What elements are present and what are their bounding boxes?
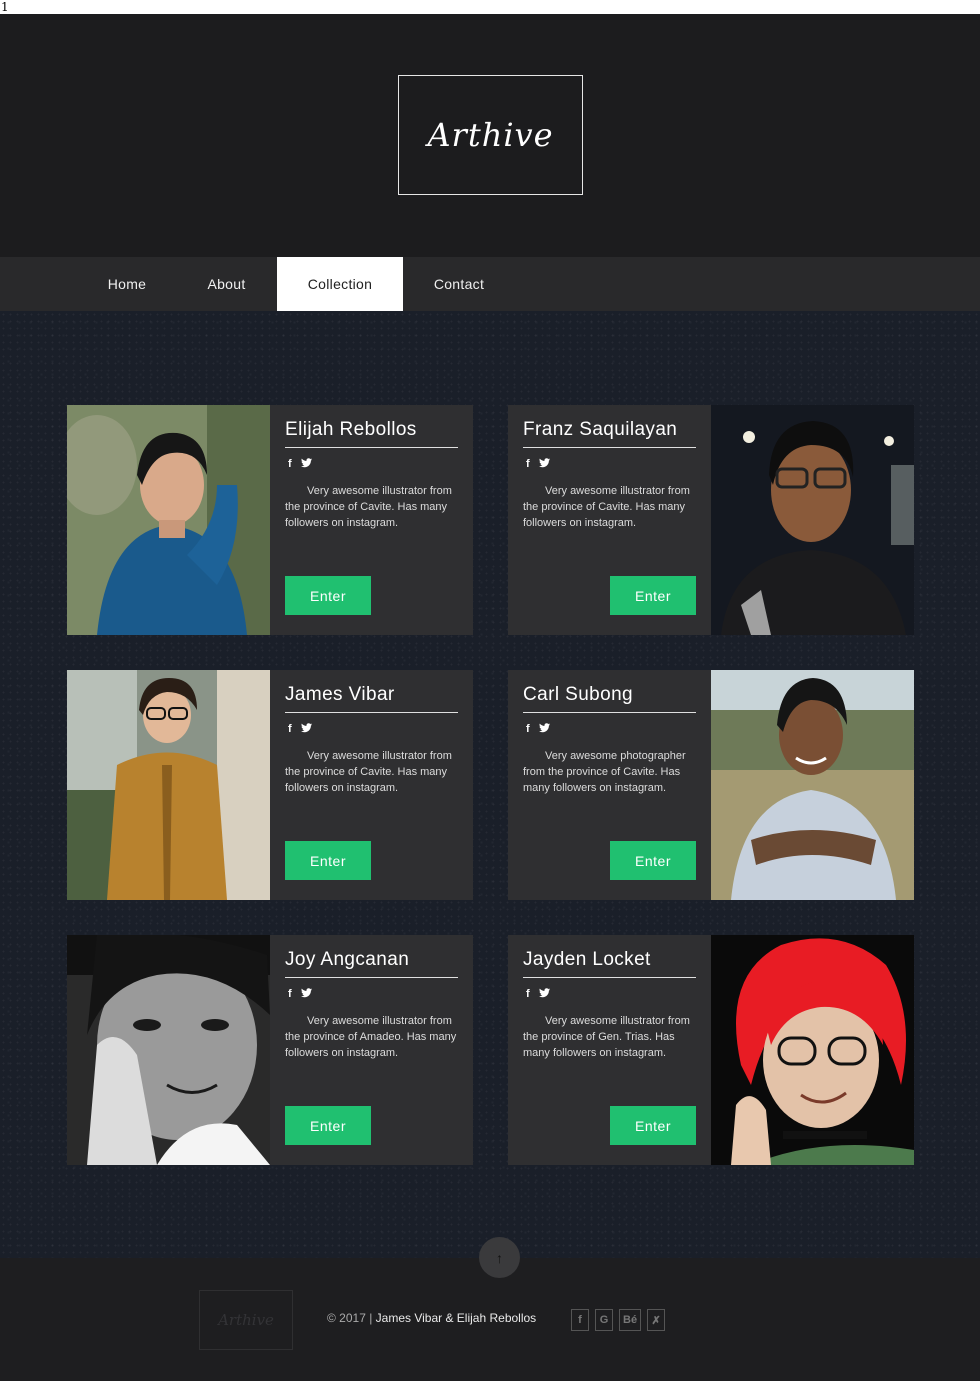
nav-collection[interactable]: Collection	[277, 257, 403, 311]
artist-photo	[67, 405, 270, 635]
artist-card: Franz Saquilayan f Very awesome illustra…	[508, 405, 914, 635]
enter-button[interactable]: Enter	[285, 1106, 371, 1145]
enter-button[interactable]: Enter	[610, 841, 696, 880]
nav-about[interactable]: About	[176, 257, 277, 311]
twitter-icon[interactable]	[300, 458, 312, 471]
page-number-strip: 1	[0, 0, 980, 14]
facebook-icon[interactable]: f	[288, 723, 292, 736]
copyright: © 2017 | James Vibar & Elijah Rebollos	[327, 1311, 536, 1325]
artist-photo	[67, 670, 270, 900]
artist-socials: f	[523, 458, 696, 471]
artist-name: James Vibar	[285, 684, 458, 713]
enter-button[interactable]: Enter	[285, 576, 371, 615]
behance-icon[interactable]: Bé	[619, 1309, 642, 1331]
artist-socials: f	[285, 988, 458, 1001]
nav-about-label: About	[207, 276, 246, 292]
artist-photo	[67, 935, 270, 1165]
artist-socials: f	[523, 723, 696, 736]
page-number: 1	[1, 0, 9, 14]
facebook-icon[interactable]: f	[526, 723, 530, 736]
collection-section: Elijah Rebollos f Very awesome illustrat…	[0, 311, 980, 1258]
artist-info: Franz Saquilayan f Very awesome illustra…	[508, 405, 711, 635]
artist-socials: f	[285, 723, 458, 736]
artist-photo	[711, 935, 914, 1165]
artist-name: Elijah Rebollos	[285, 419, 458, 448]
facebook-icon[interactable]: f	[526, 458, 530, 471]
arrow-up-icon: ↑	[496, 1249, 503, 1266]
artist-info: Elijah Rebollos f Very awesome illustrat…	[270, 405, 473, 635]
artist-description: Very awesome illustrator from the provin…	[523, 1015, 690, 1059]
facebook-icon[interactable]: f	[288, 458, 292, 471]
nav-collection-label: Collection	[307, 276, 373, 292]
google-icon[interactable]: G	[595, 1309, 613, 1331]
twitter-icon[interactable]	[538, 723, 550, 736]
back-to-top-button[interactable]: ↑	[479, 1237, 520, 1278]
site-logo[interactable]: Arthive	[398, 75, 583, 195]
copyright-names: James Vibar & Elijah Rebollos	[375, 1311, 537, 1325]
main-navbar: Home About Collection Contact	[0, 257, 980, 311]
artist-card: Joy Angcanan f Very awesome illustrator …	[67, 935, 473, 1165]
artist-name: Joy Angcanan	[285, 949, 458, 978]
site-header: Arthive	[0, 14, 980, 257]
footer-logo[interactable]: Arthive	[199, 1290, 293, 1350]
artist-card: Elijah Rebollos f Very awesome illustrat…	[67, 405, 473, 635]
artist-photo	[711, 405, 914, 635]
artist-description: Very awesome illustrator from the provin…	[285, 485, 452, 529]
artist-card: Carl Subong f Very awesome photographer …	[508, 670, 914, 900]
artist-info: Jayden Locket f Very awesome illustrator…	[508, 935, 711, 1165]
twitter-icon[interactable]	[538, 458, 550, 471]
facebook-icon[interactable]: f	[288, 988, 292, 1001]
artist-socials: f	[523, 988, 696, 1001]
nav-home[interactable]: Home	[78, 257, 176, 311]
artist-info: Carl Subong f Very awesome photographer …	[508, 670, 711, 900]
artist-name: Carl Subong	[523, 684, 696, 713]
artist-description: Very awesome photographer from the provi…	[523, 750, 686, 794]
enter-button[interactable]: Enter	[285, 841, 371, 880]
artist-photo	[711, 670, 914, 900]
twitter-icon[interactable]	[300, 988, 312, 1001]
nav-contact[interactable]: Contact	[403, 257, 515, 311]
artist-socials: f	[285, 458, 458, 471]
artist-name: Jayden Locket	[523, 949, 696, 978]
artist-info: James Vibar f Very awesome illustrator f…	[270, 670, 473, 900]
artist-info: Joy Angcanan f Very awesome illustrator …	[270, 935, 473, 1165]
enter-button[interactable]: Enter	[610, 576, 696, 615]
site-footer: ↑ Arthive © 2017 | James Vibar & Elijah …	[0, 1237, 980, 1381]
footer-logo-text: Arthive	[218, 1311, 274, 1329]
twitter-icon[interactable]	[300, 723, 312, 736]
artist-card: James Vibar f Very awesome illustrator f…	[67, 670, 473, 900]
nav-contact-label: Contact	[433, 276, 485, 292]
twitter-icon[interactable]	[538, 988, 550, 1001]
artist-name: Franz Saquilayan	[523, 419, 696, 448]
footer-social-icons: f G Bé ✗	[571, 1309, 666, 1331]
enter-button[interactable]: Enter	[610, 1106, 696, 1145]
logo-text: Arthive	[427, 116, 554, 154]
artist-description: Very awesome illustrator from the provin…	[523, 485, 690, 529]
copyright-prefix: © 2017 |	[327, 1311, 376, 1325]
facebook-square-icon[interactable]: f	[571, 1309, 589, 1331]
facebook-icon[interactable]: f	[526, 988, 530, 1001]
deviantart-icon[interactable]: ✗	[647, 1309, 666, 1331]
artist-description: Very awesome illustrator from the provin…	[285, 750, 452, 794]
artist-description: Very awesome illustrator from the provin…	[285, 1015, 457, 1059]
artist-card: Jayden Locket f Very awesome illustrator…	[508, 935, 914, 1165]
nav-home-label: Home	[107, 276, 147, 292]
